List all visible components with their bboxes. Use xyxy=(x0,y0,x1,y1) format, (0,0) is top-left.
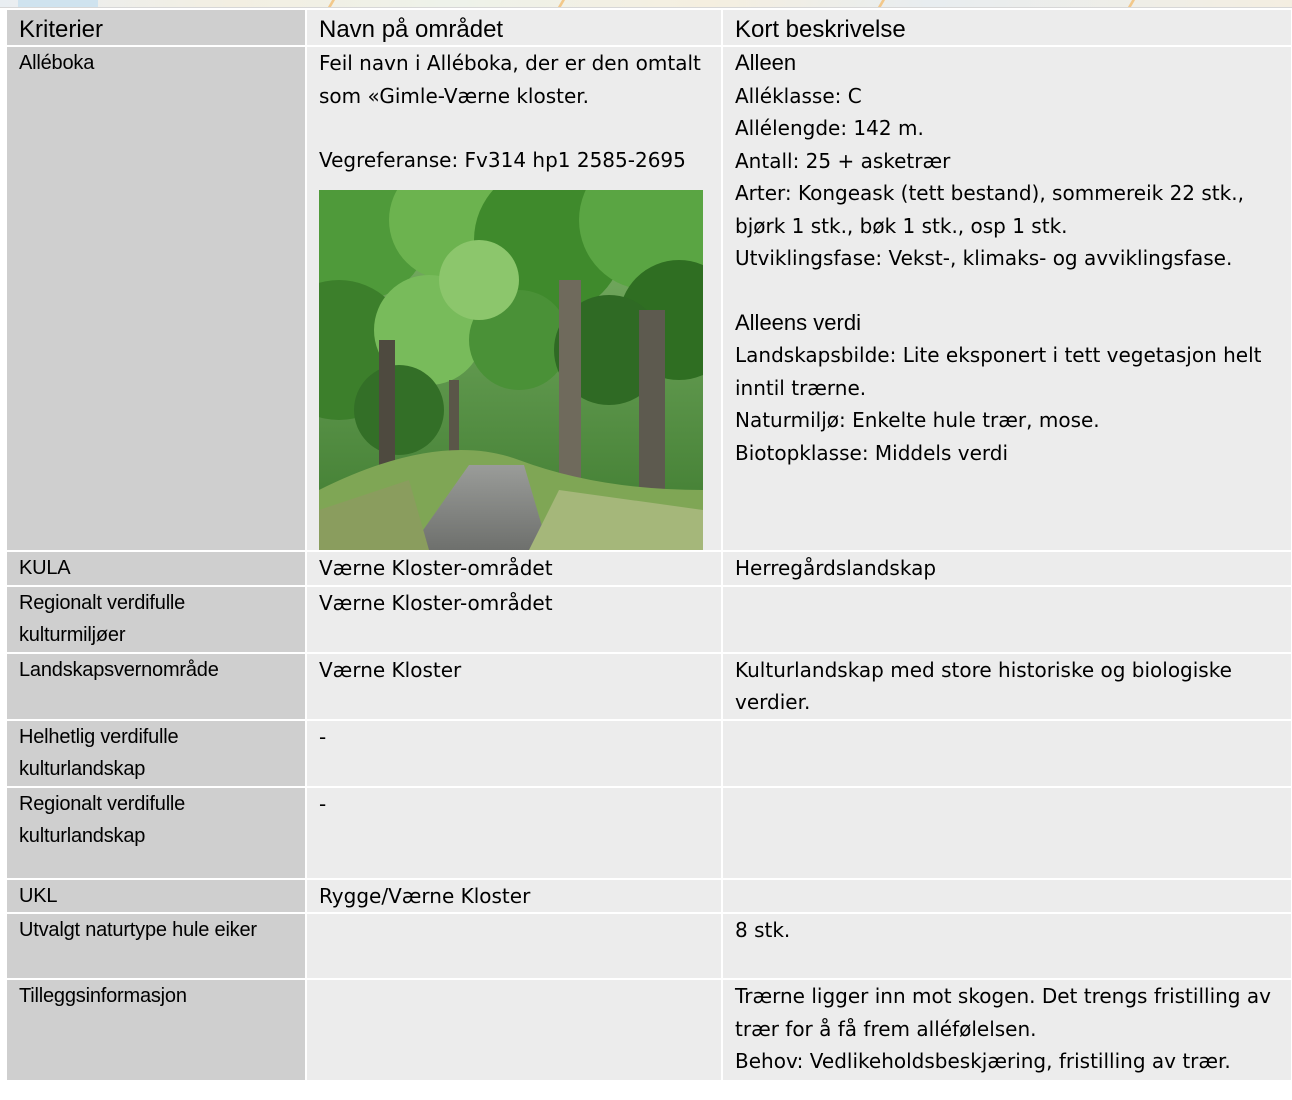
table-row: KULA Værne Kloster-området Herregårdslan… xyxy=(7,552,1291,585)
description-hule-eiker: 8 stk. xyxy=(723,914,1291,978)
table-row: Tilleggsinformasjon Trærne ligger inn mo… xyxy=(7,980,1291,1080)
area-regionalt-kulturmiljo: Værne Kloster-området xyxy=(307,586,721,652)
area-landskapsvern: Værne Kloster xyxy=(307,653,721,719)
header-navn: Navn på området xyxy=(307,10,721,45)
desc-line: Allélengde: 142 m. xyxy=(735,116,924,140)
desc-line: Utviklingsfase: Vekst-, klimaks- og avvi… xyxy=(735,246,1233,270)
area-helhetlig: - xyxy=(307,720,721,786)
road-reference: Vegreferanse: Fv314 hp1 2585-2695 xyxy=(319,148,686,172)
description-tillegg: Trærne ligger inn mot skogen. Det trengs… xyxy=(723,980,1291,1080)
criterion-helhetlig: Helhetlig verdifulle kulturlandskap xyxy=(7,720,305,786)
header-beskrivelse: Kort beskrivelse xyxy=(723,10,1291,45)
criterion-ukl: UKL xyxy=(7,879,305,912)
desc-line: Naturmiljø: Enkelte hule trær, mose. xyxy=(735,408,1100,432)
description-regionalt-kulturmiljo xyxy=(723,586,1291,652)
area-tillegg xyxy=(307,980,721,1080)
table-row: Helhetlig verdifulle kulturlandskap - xyxy=(7,720,1291,786)
desc-line: Alléklasse: C xyxy=(735,83,862,108)
area-hule-eiker xyxy=(307,914,721,978)
area-regionalt-landskap: - xyxy=(307,787,721,878)
area-ukl: Rygge/Værne Kloster xyxy=(307,879,721,912)
area-note: Feil navn i Alléboka, der er den omtalt … xyxy=(319,51,701,108)
desc-line: Landskapsbilde: Lite eksponert i tett ve… xyxy=(735,343,1262,400)
desc-line: Antall: 25 + asketrær xyxy=(735,148,951,173)
tree-lined-road-photo xyxy=(319,189,703,550)
description-regionalt-landskap xyxy=(723,787,1291,878)
description-landskapsvern: Kulturlandskap med store historiske og b… xyxy=(723,653,1291,719)
criterion-regionalt-kulturmiljo: Regionalt verdifulle kulturmiljøer xyxy=(7,586,305,652)
desc-heading-alleen: Alleen xyxy=(735,50,797,75)
table-row: Alléboka Feil navn i Alléboka, der er de… xyxy=(7,47,1291,550)
table-row: Regionalt verdifulle kulturlandskap - xyxy=(7,787,1291,878)
area-kula: Værne Kloster-området xyxy=(307,552,721,585)
area-alleboka: Feil navn i Alléboka, der er den omtalt … xyxy=(307,47,721,550)
description-ukl xyxy=(723,879,1291,912)
description-alleboka: Alleen Alléklasse: C Allélengde: 142 m. … xyxy=(723,47,1291,550)
desc-line: Behov: Vedlikeholdsbeskjæring, fristilli… xyxy=(735,1049,1231,1073)
desc-line: Arter: Kongeask (tett bestand), sommerei… xyxy=(735,181,1244,238)
criterion-regionalt-landskap: Regionalt verdifulle kulturlandskap xyxy=(7,787,305,878)
criterion-alleboka: Alléboka xyxy=(7,47,305,550)
criteria-table: Kriterier Navn på området Kort beskrivel… xyxy=(5,8,1292,1082)
criterion-kula: KULA xyxy=(7,552,305,585)
desc-line: Biotopklasse: Middels verdi xyxy=(735,440,1009,465)
desc-heading-verdi: Alleens verdi xyxy=(735,309,861,335)
criterion-hule-eiker: Utvalgt naturtype hule eiker xyxy=(7,914,305,978)
table-row: Regionalt verdifulle kulturmiljøer Værne… xyxy=(7,586,1291,652)
map-strip-background xyxy=(0,0,1292,8)
criterion-landskapsvern: Landskapsvernområde xyxy=(7,653,305,719)
table-header-row: Kriterier Navn på området Kort beskrivel… xyxy=(7,10,1291,45)
table-row: UKL Rygge/Værne Kloster xyxy=(7,879,1291,912)
table-row: Landskapsvernområde Værne Kloster Kultur… xyxy=(7,653,1291,719)
description-kula: Herregårdslandskap xyxy=(723,552,1291,585)
header-kriterier: Kriterier xyxy=(7,10,305,45)
criterion-tillegg: Tilleggsinformasjon xyxy=(7,980,305,1080)
description-helhetlig xyxy=(723,720,1291,786)
table-row: Utvalgt naturtype hule eiker 8 stk. xyxy=(7,914,1291,978)
desc-line: Trærne ligger inn mot skogen. Det trengs… xyxy=(735,984,1271,1041)
